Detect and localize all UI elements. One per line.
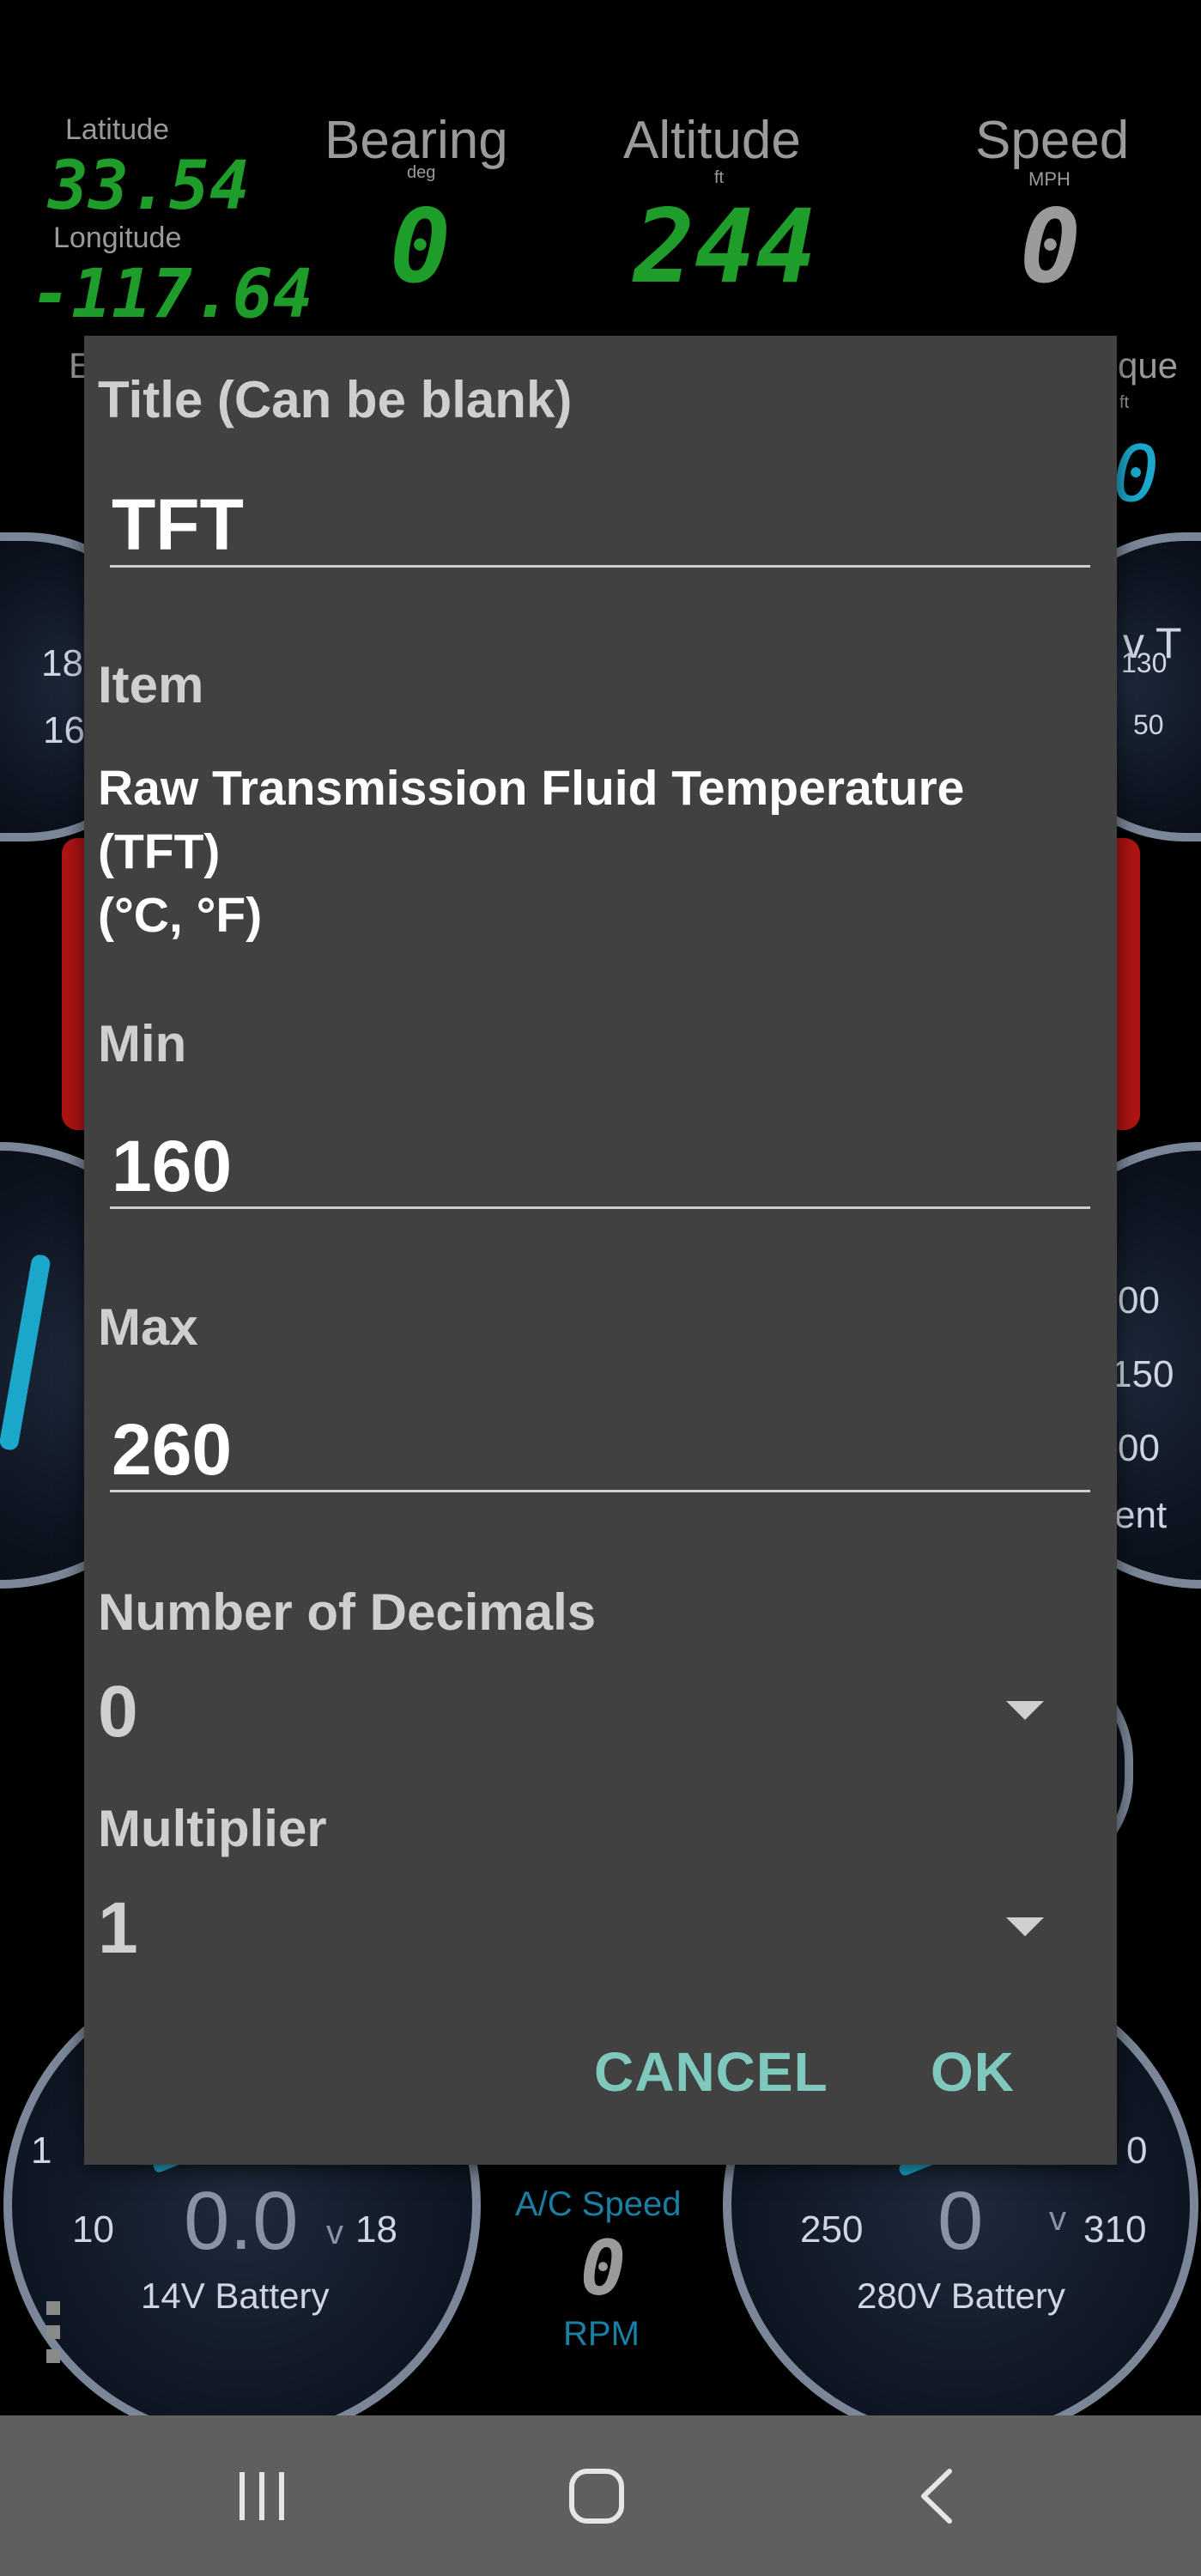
altitude-value: 244 [634, 187, 817, 306]
chevron-down-icon [1006, 1701, 1044, 1720]
partial-right-label: que [1118, 345, 1179, 386]
battery280-tick-max: 310 [1083, 2208, 1147, 2251]
ac-speed-label: A/C Speed [515, 2185, 682, 2223]
decimals-value: 0 [98, 1671, 138, 1752]
longitude-label: Longitude [53, 222, 182, 254]
item-line-1: Raw Transmission Fluid Temperature [98, 761, 965, 816]
gauge-right-top-tick: 50 [1133, 709, 1164, 740]
battery14-tick-min: 10 [72, 2208, 114, 2251]
latitude-value: 33.54 [48, 148, 250, 225]
edit-gauge-dialog: Title (Can be blank) Item Raw Transmissi… [84, 336, 1117, 2165]
gauge-right-top-tick: 130 [1121, 647, 1168, 678]
chevron-down-icon [1006, 1917, 1044, 1936]
battery280-unit: v [1049, 2200, 1066, 2238]
item-line-2: (TFT) [98, 824, 221, 879]
longitude-value: -117.64 [31, 256, 313, 333]
gauge-right-mid-tick: 00 [1118, 1279, 1160, 1321]
battery14-value: 0.0 [184, 2175, 299, 2267]
speed-label: Speed [975, 111, 1130, 170]
title-field[interactable] [110, 484, 1094, 568]
battery14-tick-left: 1 [31, 2129, 52, 2172]
gauge-right-mid-tick: 00 [1118, 1427, 1160, 1469]
item-value[interactable]: Raw Transmission Fluid Temperature (TFT)… [98, 756, 1068, 947]
min-input[interactable] [110, 1126, 1094, 1206]
battery14-label: 14V Battery [141, 2275, 330, 2316]
recent-apps-icon[interactable] [215, 2415, 309, 2576]
decimals-dropdown[interactable]: 0 [98, 1670, 1094, 1752]
partial-right-digit: 0 [1113, 429, 1160, 519]
max-label: Max [98, 1298, 198, 1356]
ac-speed-value: 0 [580, 2224, 626, 2312]
title-input[interactable] [110, 484, 1094, 565]
overflow-menu-icon[interactable] [46, 2301, 60, 2363]
multiplier-dropdown[interactable]: 1 [98, 1886, 1094, 1968]
ok-button[interactable]: OK [931, 2040, 1015, 2104]
gauge-right-mid-tick: 150 [1111, 1353, 1174, 1395]
altitude-label: Altitude [623, 111, 801, 170]
max-input[interactable] [110, 1409, 1094, 1490]
item-line-3: (°C, °F) [98, 888, 263, 943]
partial-right-unit: ft [1119, 393, 1130, 412]
bearing-unit: deg [407, 163, 436, 182]
min-label: Min [98, 1015, 187, 1072]
max-field[interactable] [110, 1409, 1094, 1492]
multiplier-label: Multiplier [98, 1800, 327, 1857]
battery280-tick-min: 250 [800, 2208, 864, 2251]
home-icon[interactable] [549, 2415, 644, 2576]
min-field[interactable] [110, 1126, 1094, 1209]
item-label: Item [98, 656, 204, 714]
latitude-label: Latitude [65, 113, 169, 146]
ac-speed-unit: RPM [563, 2315, 640, 2353]
decimals-label: Number of Decimals [98, 1583, 597, 1641]
title-label: Title (Can be blank) [98, 371, 573, 428]
altitude-unit: ft [714, 168, 725, 187]
battery280-value: 0 [937, 2175, 984, 2267]
speed-value: 0 [1020, 187, 1082, 306]
bearing-value: 0 [390, 187, 452, 306]
bearing-label: Bearing [325, 111, 508, 170]
multiplier-value: 1 [98, 1887, 138, 1968]
back-icon[interactable] [889, 2415, 984, 2576]
battery280-label: 280V Battery [857, 2275, 1065, 2316]
battery14-unit: v [326, 2214, 343, 2251]
system-nav-bar [0, 2415, 1201, 2576]
cancel-button[interactable]: CANCEL [594, 2040, 828, 2104]
gauge-right-mid-label: ent [1114, 1494, 1168, 1536]
battery280-tick-right: 0 [1126, 2129, 1148, 2172]
battery14-tick-max: 18 [355, 2208, 397, 2251]
